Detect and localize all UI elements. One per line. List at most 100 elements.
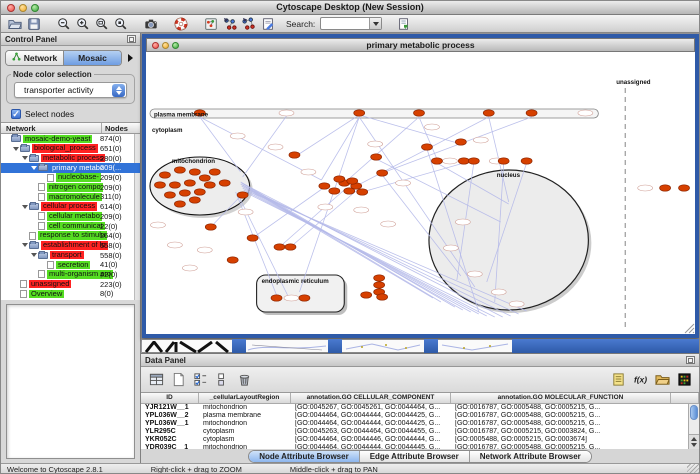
network-node[interactable] — [521, 158, 532, 164]
network-node[interactable] — [289, 152, 300, 158]
unselect-attributes-icon[interactable] — [213, 371, 231, 389]
network-node[interactable] — [371, 154, 382, 160]
network-node[interactable] — [227, 257, 238, 263]
network-node[interactable] — [274, 244, 285, 250]
attribute-table[interactable]: ID_cellularLayoutRegionannotation.GO CEL… — [141, 392, 699, 449]
float-data-panel-icon[interactable] — [686, 356, 695, 364]
network-node[interactable] — [174, 201, 185, 207]
table-row[interactable]: YDR039C__1mitochondrion[GO:0044464, GO:0… — [141, 443, 699, 449]
select-attributes-icon[interactable] — [191, 371, 209, 389]
tree-item[interactable]: secretion41(0) — [1, 260, 140, 270]
network-node[interactable] — [483, 110, 494, 116]
network-node[interactable] — [271, 295, 282, 301]
network-node[interactable] — [199, 175, 210, 181]
network-node[interactable] — [159, 172, 170, 178]
canvas-resize-grip-icon[interactable] — [685, 324, 694, 333]
network-node[interactable] — [189, 197, 200, 203]
zoom-selected-icon[interactable] — [112, 16, 129, 32]
network-node[interactable] — [299, 295, 310, 301]
network-edge[interactable] — [356, 117, 489, 186]
network-node[interactable] — [377, 170, 388, 176]
table-column-header[interactable]: _cellularLayoutRegion — [199, 393, 291, 403]
scrollbar-arrows[interactable] — [689, 434, 699, 449]
network-node[interactable] — [209, 169, 220, 175]
tree-item[interactable]: metabolic process280(0) — [1, 153, 140, 163]
network-edge[interactable] — [294, 115, 359, 157]
network-node[interactable] — [179, 190, 190, 196]
network-edge[interactable] — [321, 117, 359, 180]
tab-overflow-button[interactable] — [124, 51, 136, 65]
network-edge[interactable] — [280, 189, 346, 247]
attribute-table-icon[interactable] — [147, 371, 165, 389]
tree-item[interactable]: Overview8(0) — [1, 289, 140, 299]
delete-attribute-icon[interactable] — [235, 371, 253, 389]
network-node[interactable] — [169, 182, 180, 188]
search-dropdown-button[interactable] — [369, 18, 381, 29]
expand-arrow-icon[interactable] — [12, 147, 20, 151]
network-tree-header[interactable]: Network Nodes — [1, 122, 140, 134]
search-input[interactable] — [320, 17, 382, 30]
edit-network-icon[interactable] — [221, 16, 238, 32]
table-column-header[interactable]: annotation.GO MOLECULAR_FUNCTION — [451, 393, 671, 403]
table-column-header[interactable]: annotation.GO CELLULAR_COMPONENT — [291, 393, 451, 403]
tree-column-nodes[interactable]: Nodes — [102, 124, 140, 133]
tree-item[interactable]: transport558(0) — [1, 250, 140, 260]
network-canvas[interactable]: plasma membranecytoplasmmitochondrionnuc… — [146, 52, 695, 334]
network-node[interactable] — [679, 185, 690, 191]
network-node[interactable] — [354, 110, 365, 116]
table-row[interactable]: YKR052Ccytoplasm[GO:0044464, GO:0044446,… — [141, 436, 699, 444]
tree-item[interactable]: cellular process614(0) — [1, 202, 140, 212]
save-session-icon[interactable] — [25, 16, 42, 32]
network-node[interactable] — [431, 158, 442, 164]
edit-nested-network-icon[interactable] — [240, 16, 257, 32]
table-column-header[interactable]: ID — [141, 393, 199, 403]
tree-item[interactable]: establishment of lo558(0) — [1, 241, 140, 251]
tab-network[interactable]: Network — [6, 51, 63, 65]
canvas-resize-grip-icon[interactable] — [693, 332, 694, 333]
tree-item[interactable]: unassigned223(0) — [1, 279, 140, 289]
zoom-fit-icon[interactable] — [93, 16, 110, 32]
network-node[interactable] — [498, 158, 509, 164]
annotation-pad-icon[interactable] — [609, 371, 627, 389]
expand-arrow-icon[interactable] — [30, 253, 38, 257]
resize-grip-icon[interactable] — [687, 464, 699, 474]
network-node[interactable] — [374, 282, 385, 288]
zoom-in-icon[interactable] — [74, 16, 91, 32]
network-node[interactable] — [377, 294, 388, 300]
import-report-icon[interactable] — [395, 16, 412, 32]
table-row[interactable]: YJR121W__1mitochondrion[GO:0045267, GO:0… — [141, 404, 699, 412]
network-node[interactable] — [194, 189, 205, 195]
zoom-out-icon[interactable] — [55, 16, 72, 32]
matrix-icon[interactable] — [675, 371, 693, 389]
network-node[interactable] — [205, 224, 216, 230]
tree-item[interactable]: multi-organism pro42(0) — [1, 270, 140, 280]
table-row[interactable]: YPL036W__1mitochondrion[GO:0044464, GO:0… — [141, 420, 699, 428]
help-icon[interactable] — [172, 16, 189, 32]
network-view-window[interactable]: primary metabolic process plasma membran… — [142, 34, 699, 338]
tree-item[interactable]: primary metabo209(... — [1, 163, 140, 173]
network-node[interactable] — [189, 169, 200, 175]
network-node[interactable] — [421, 144, 432, 150]
function-builder-icon[interactable]: f(x) — [631, 371, 649, 389]
expand-arrow-icon[interactable] — [30, 166, 38, 170]
network-node[interactable] — [414, 110, 425, 116]
table-row[interactable]: YLR295Ccytoplasm[GO:0045263, GO:0044464,… — [141, 428, 699, 436]
tree-item[interactable]: response to stimulu264(0) — [1, 231, 140, 241]
float-panel-icon[interactable] — [127, 35, 136, 43]
tree-column-network[interactable]: Network — [1, 123, 102, 133]
network-node[interactable] — [174, 167, 185, 173]
network-node[interactable] — [455, 139, 466, 145]
snapshot-icon[interactable] — [142, 16, 159, 32]
attribute-table-header[interactable]: ID_cellularLayoutRegionannotation.GO CEL… — [141, 393, 699, 404]
tree-item[interactable]: mosaic-demo-yeast874(0) — [1, 134, 140, 144]
tree-item[interactable]: cellular metabo209(0) — [1, 212, 140, 222]
tree-item[interactable]: nitrogen compo209(0) — [1, 182, 140, 192]
tab-network-attribute-browser[interactable]: Network Attribute Browser — [470, 451, 591, 462]
network-node[interactable] — [154, 182, 165, 188]
network-node[interactable] — [319, 183, 330, 189]
network-node[interactable] — [526, 110, 537, 116]
node-color-dropdown[interactable]: transporter activity — [14, 82, 127, 98]
network-node[interactable] — [357, 189, 368, 195]
open-session-icon[interactable] — [6, 16, 23, 32]
expand-arrow-icon[interactable] — [21, 243, 29, 247]
